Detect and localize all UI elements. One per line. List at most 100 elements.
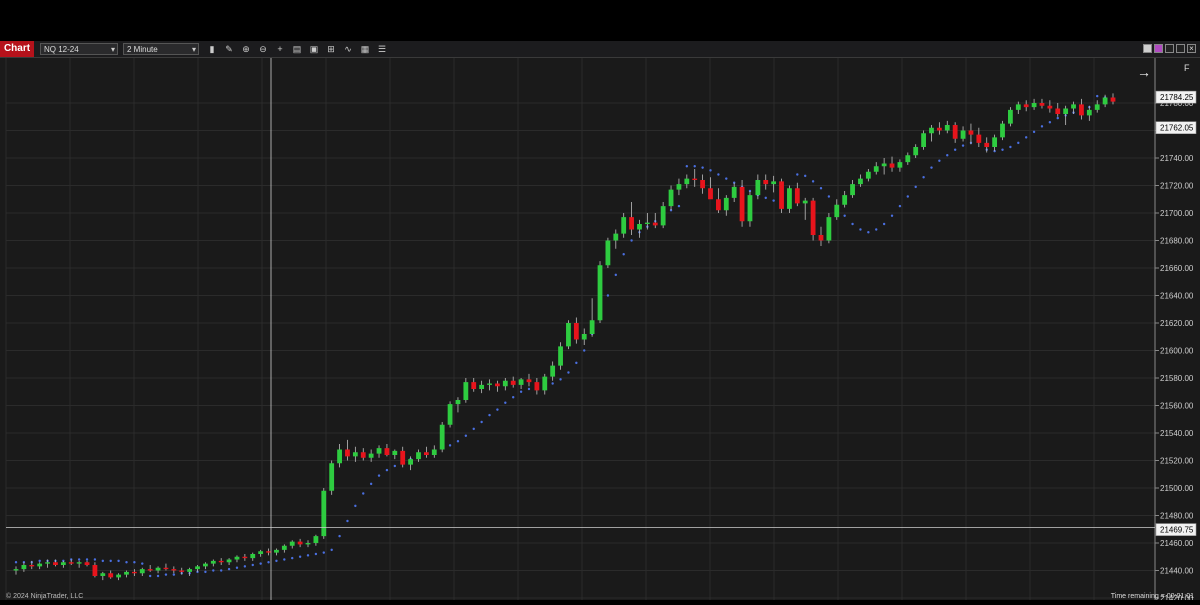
link-icon[interactable] xyxy=(1143,44,1152,53)
sar-dot xyxy=(551,382,554,385)
scroll-right-icon[interactable]: → xyxy=(1137,64,1151,80)
candle-up xyxy=(960,130,966,139)
price-tick-label: 21540.00 xyxy=(1160,429,1194,438)
candle-up xyxy=(368,453,374,458)
sar-dot xyxy=(796,173,799,176)
sar-dot xyxy=(685,165,689,168)
candle-down xyxy=(400,450,406,465)
sar-dot xyxy=(725,177,728,180)
sar-dot xyxy=(377,474,381,477)
candle-up xyxy=(1086,109,1092,116)
candle-down xyxy=(652,222,658,226)
sar-dot xyxy=(235,566,239,569)
candle-down xyxy=(1110,97,1116,102)
sar-dot xyxy=(512,396,515,399)
maximize-icon[interactable] xyxy=(1176,44,1185,53)
candle-down xyxy=(108,573,114,578)
candle-up xyxy=(913,147,919,156)
data-box-icon[interactable]: ▣ xyxy=(308,43,320,55)
candle-up xyxy=(605,240,611,266)
sar-dot xyxy=(804,174,807,178)
candle-up xyxy=(1008,109,1013,124)
close-icon[interactable]: × xyxy=(1187,44,1196,53)
chart-tab[interactable]: Chart xyxy=(0,41,34,57)
sar-dot xyxy=(172,573,176,576)
strategies-icon[interactable]: ⊞ xyxy=(325,43,337,55)
sar-dot xyxy=(519,390,523,393)
color-link-icon[interactable] xyxy=(1154,44,1163,53)
indicators-icon[interactable]: ∿ xyxy=(342,43,354,55)
bar-type-icon[interactable]: ▮ xyxy=(206,43,218,55)
sar-dot xyxy=(109,559,112,563)
price-tick-label: 21640.00 xyxy=(1160,292,1194,301)
interval-selector[interactable]: 2 Minute ▾ xyxy=(123,43,199,55)
sar-dot xyxy=(338,534,341,538)
sar-dot xyxy=(496,408,499,411)
instrument-value: NQ 12-24 xyxy=(44,45,79,54)
sar-dot xyxy=(354,504,357,508)
candle-up xyxy=(865,171,871,179)
list-icon[interactable]: ☰ xyxy=(376,43,388,55)
candle-up xyxy=(463,382,469,400)
candle-down xyxy=(763,180,769,185)
price-tick-label: 21460.00 xyxy=(1160,539,1194,548)
sar-dot xyxy=(1009,145,1012,149)
sar-dot xyxy=(275,559,278,563)
candle-up xyxy=(755,180,761,196)
candle-down xyxy=(810,200,816,235)
candle-down xyxy=(29,565,35,567)
candle-up xyxy=(668,189,674,207)
sar-dot xyxy=(701,166,704,169)
price-tick-label: 21440.00 xyxy=(1160,567,1194,576)
sar-dot xyxy=(1096,94,1099,98)
candle-up xyxy=(613,233,619,241)
sar-dot xyxy=(898,204,902,208)
crosshair-icon[interactable]: + xyxy=(274,43,286,55)
candle-up xyxy=(274,549,279,553)
candle-up xyxy=(644,222,650,224)
zoom-in-icon[interactable]: ⊕ xyxy=(240,43,252,55)
sar-dot xyxy=(819,187,823,190)
candle-down xyxy=(818,235,824,241)
sar-dot xyxy=(291,556,294,560)
candle-up xyxy=(826,217,832,241)
sar-dot xyxy=(827,195,831,198)
zoom-out-icon[interactable]: ⊖ xyxy=(257,43,269,55)
price-tick-label: 21480.00 xyxy=(1160,512,1194,521)
templates-icon[interactable]: ▦ xyxy=(359,43,371,55)
candle-up xyxy=(621,217,627,234)
sar-dot xyxy=(14,561,18,564)
sar-dot xyxy=(717,173,720,176)
price-chart[interactable]: 21780.0021760.0021740.0021720.0021700.00… xyxy=(0,58,1200,603)
candle-down xyxy=(1023,104,1029,108)
price-tick-label: 21680.00 xyxy=(1160,237,1194,246)
candle-up xyxy=(873,166,879,172)
candle-down xyxy=(526,379,532,383)
candle-up xyxy=(1031,103,1037,108)
sar-dot xyxy=(567,371,570,374)
sar-dot xyxy=(464,434,468,437)
candle-up xyxy=(771,181,777,185)
candle-down xyxy=(700,180,706,189)
draw-icon[interactable]: ✎ xyxy=(223,43,235,55)
candle-down xyxy=(218,560,224,563)
sar-dot xyxy=(38,559,41,563)
candle-down xyxy=(573,323,579,340)
sar-dot xyxy=(283,558,286,561)
minimize-icon[interactable] xyxy=(1165,44,1174,53)
instrument-selector[interactable]: NQ 12-24 ▾ xyxy=(40,43,118,55)
candle-up xyxy=(116,574,121,578)
candle-down xyxy=(534,382,540,391)
sar-dot xyxy=(938,159,941,162)
sar-dot xyxy=(677,204,681,208)
time-remaining-label: Time remaining = 00:01:01 xyxy=(1110,593,1194,600)
sar-dot xyxy=(204,570,207,574)
sar-dot xyxy=(480,420,483,424)
price-tick-label: 21740.00 xyxy=(1160,154,1194,163)
candle-up xyxy=(250,554,256,559)
properties-icon[interactable]: ▤ xyxy=(291,43,303,55)
candle-up xyxy=(723,197,729,211)
chart-panel[interactable]: 21780.0021760.0021740.0021720.0021700.00… xyxy=(0,58,1200,603)
candle-down xyxy=(739,186,745,222)
candle-up xyxy=(747,195,753,222)
